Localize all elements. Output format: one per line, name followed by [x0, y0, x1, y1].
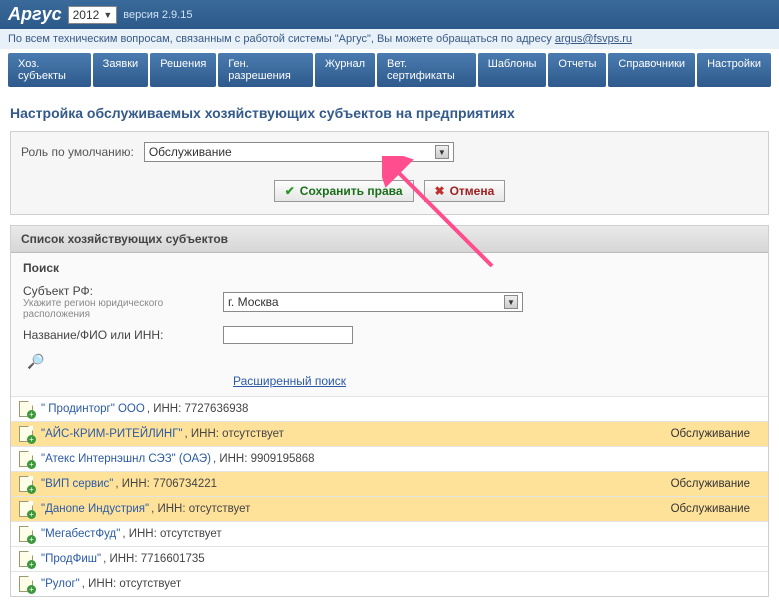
entity-name: "ПродФиш": [41, 553, 101, 565]
chevron-down-icon: ▼: [103, 10, 112, 20]
entity-role: Обслуживание: [671, 503, 760, 515]
nav-item-0[interactable]: Хоз. субъекты: [8, 53, 91, 87]
document-add-icon[interactable]: +: [19, 401, 33, 417]
x-icon: ✖: [435, 184, 445, 198]
document-add-icon[interactable]: +: [19, 476, 33, 492]
entity-inn: , ИНН: отсутствует: [82, 578, 181, 590]
entity-row[interactable]: + "АЙС-КРИМ-РИТЕЙЛИНГ", ИНН: отсутствует О…: [11, 421, 768, 446]
support-email-link[interactable]: argus@fsvps.ru: [555, 33, 632, 45]
chevron-down-icon: ▼: [504, 295, 518, 309]
region-label: Субъект РФ:: [23, 284, 223, 298]
name-inn-input[interactable]: [223, 326, 353, 344]
entity-row[interactable]: + " Продинторг" ООО, ИНН: 7727636938: [11, 396, 768, 421]
entity-name: "АЙС-КРИМ-РИТЕЙЛИНГ": [41, 428, 183, 440]
entity-name: " Продинторг" ООО: [41, 403, 145, 415]
nav-item-2[interactable]: Решения: [150, 53, 216, 87]
app-title: Аргус: [8, 4, 62, 25]
nav-item-9[interactable]: Настройки: [697, 53, 771, 87]
entity-inn: , ИНН: 7716601735: [103, 553, 205, 565]
app-header: Аргус 2012 ▼ версия 2.9.15: [0, 0, 779, 29]
entity-row[interactable]: + "ПродФиш", ИНН: 7716601735: [11, 546, 768, 571]
entity-inn: , ИНН: отсутствует: [151, 503, 250, 515]
document-add-icon[interactable]: +: [19, 451, 33, 467]
entity-role: Обслуживание: [671, 428, 760, 440]
default-role-label: Роль по умолчанию:: [21, 145, 134, 159]
entity-name: "ВИП сервис": [41, 478, 113, 490]
chevron-down-icon: ▼: [435, 145, 449, 159]
main-nav: Хоз. субъектыЗаявкиРешенияГен. разрешени…: [0, 49, 779, 91]
nav-item-4[interactable]: Журнал: [315, 53, 375, 87]
cancel-button[interactable]: ✖ Отмена: [424, 180, 506, 202]
entity-role: Обслуживание: [671, 478, 760, 490]
nav-item-1[interactable]: Заявки: [93, 53, 149, 87]
year-selector[interactable]: 2012 ▼: [68, 6, 118, 24]
nav-item-8[interactable]: Справочники: [608, 53, 695, 87]
entity-list-title: Список хозяйствующих субъектов: [11, 226, 768, 253]
entity-inn: , ИНН: отсутствует: [185, 428, 284, 440]
entity-inn: , ИНН: отсутствует: [122, 528, 221, 540]
entity-inn: , ИНН: 9909195868: [213, 453, 315, 465]
document-add-icon[interactable]: +: [19, 526, 33, 542]
search-icon[interactable]: 🔍: [27, 353, 44, 370]
year-value: 2012: [73, 8, 100, 22]
entity-row[interactable]: + "ВИП сервис", ИНН: 7706734221 Обслуживан…: [11, 471, 768, 496]
entity-name: "Рулог": [41, 578, 80, 590]
entity-name: "Данone Индустрия": [41, 503, 149, 515]
default-role-panel: Роль по умолчанию: Обслуживание ▼ ✔ Сохр…: [10, 131, 769, 215]
entity-row[interactable]: + "Атекс Интернэшнл СЭЗ" (ОАЭ), ИНН: 9909…: [11, 446, 768, 471]
region-hint: Укажите регион юридического расположения: [23, 298, 223, 320]
entity-row[interactable]: + "Рулог", ИНН: отсутствует: [11, 571, 768, 596]
search-title: Поиск: [23, 261, 756, 275]
search-block: Поиск Субъект РФ: Укажите регион юридиче…: [11, 253, 768, 396]
nav-item-6[interactable]: Шаблоны: [478, 53, 547, 87]
nav-item-5[interactable]: Вет. сертификаты: [377, 53, 476, 87]
nav-item-7[interactable]: Отчеты: [548, 53, 606, 87]
region-value: г. Москва: [228, 295, 279, 309]
document-add-icon[interactable]: +: [19, 576, 33, 592]
version-label: версия 2.9.15: [123, 9, 192, 21]
entity-list: + " Продинторг" ООО, ИНН: 7727636938 + "АЙС…: [11, 396, 768, 596]
entity-row[interactable]: + "МегабестФуд", ИНН: отсутствует: [11, 521, 768, 546]
save-label: Сохранить права: [300, 184, 403, 198]
document-add-icon[interactable]: +: [19, 551, 33, 567]
entity-name: "МегабестФуд": [41, 528, 120, 540]
info-text: По всем техническим вопросам, связанным …: [8, 33, 555, 45]
default-role-select[interactable]: Обслуживание ▼: [144, 142, 454, 162]
entity-inn: , ИНН: 7727636938: [147, 403, 249, 415]
document-add-icon[interactable]: +: [19, 426, 33, 442]
cancel-label: Отмена: [450, 184, 495, 198]
document-add-icon[interactable]: +: [19, 501, 33, 517]
page-title: Настройка обслуживаемых хозяйствующих су…: [0, 91, 779, 131]
info-bar: По всем техническим вопросам, связанным …: [0, 29, 779, 49]
check-icon: ✔: [285, 184, 295, 198]
save-rights-button[interactable]: ✔ Сохранить права: [274, 180, 414, 202]
nav-item-3[interactable]: Ген. разрешения: [218, 53, 313, 87]
entity-list-panel: Список хозяйствующих субъектов Поиск Суб…: [10, 225, 769, 597]
entity-inn: , ИНН: 7706734221: [115, 478, 217, 490]
advanced-search-link[interactable]: Расширенный поиск: [233, 374, 346, 388]
entity-row[interactable]: + "Данone Индустрия", ИНН: отсутствует Обс…: [11, 496, 768, 521]
region-select[interactable]: г. Москва ▼: [223, 292, 523, 312]
default-role-value: Обслуживание: [149, 145, 232, 159]
name-inn-label: Название/ФИО или ИНН:: [23, 328, 223, 342]
entity-name: "Атекс Интернэшнл СЭЗ" (ОАЭ): [41, 453, 211, 465]
